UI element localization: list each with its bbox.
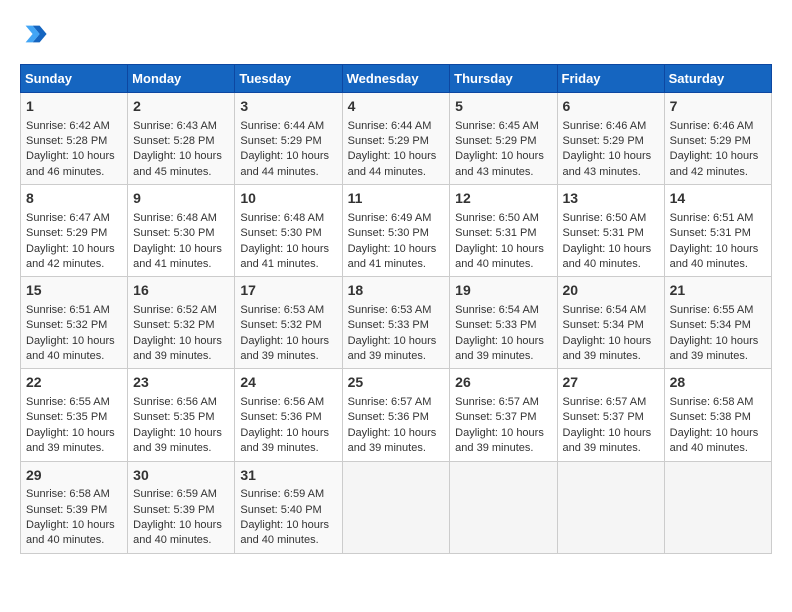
day-number: 21	[670, 281, 766, 301]
day-cell-2: 2Sunrise: 6:43 AMSunset: 5:28 PMDaylight…	[128, 93, 235, 185]
day-cell-23: 23Sunrise: 6:56 AMSunset: 5:35 PMDayligh…	[128, 369, 235, 461]
day-number: 9	[133, 189, 229, 209]
day-number: 20	[563, 281, 659, 301]
header-sunday: Sunday	[21, 65, 128, 93]
day-number: 13	[563, 189, 659, 209]
day-cell-1: 1Sunrise: 6:42 AMSunset: 5:28 PMDaylight…	[21, 93, 128, 185]
day-cell-29: 29Sunrise: 6:58 AMSunset: 5:39 PMDayligh…	[21, 461, 128, 553]
day-number: 25	[348, 373, 445, 393]
week-row-4: 22Sunrise: 6:55 AMSunset: 5:35 PMDayligh…	[21, 369, 772, 461]
week-row-3: 15Sunrise: 6:51 AMSunset: 5:32 PMDayligh…	[21, 277, 772, 369]
day-number: 5	[455, 97, 551, 117]
day-number: 28	[670, 373, 766, 393]
header-saturday: Saturday	[664, 65, 771, 93]
day-number: 12	[455, 189, 551, 209]
day-number: 7	[670, 97, 766, 117]
logo-icon	[20, 20, 48, 48]
logo	[20, 20, 52, 48]
day-number: 16	[133, 281, 229, 301]
calendar: SundayMondayTuesdayWednesdayThursdayFrid…	[20, 64, 772, 554]
day-number: 22	[26, 373, 122, 393]
header-thursday: Thursday	[450, 65, 557, 93]
empty-cell	[664, 461, 771, 553]
empty-cell	[342, 461, 450, 553]
day-number: 29	[26, 466, 122, 486]
day-cell-8: 8Sunrise: 6:47 AMSunset: 5:29 PMDaylight…	[21, 185, 128, 277]
day-number: 18	[348, 281, 445, 301]
day-number: 15	[26, 281, 122, 301]
day-cell-12: 12Sunrise: 6:50 AMSunset: 5:31 PMDayligh…	[450, 185, 557, 277]
week-row-1: 1Sunrise: 6:42 AMSunset: 5:28 PMDaylight…	[21, 93, 772, 185]
header-tuesday: Tuesday	[235, 65, 342, 93]
day-number: 14	[670, 189, 766, 209]
day-cell-11: 11Sunrise: 6:49 AMSunset: 5:30 PMDayligh…	[342, 185, 450, 277]
day-cell-15: 15Sunrise: 6:51 AMSunset: 5:32 PMDayligh…	[21, 277, 128, 369]
header-wednesday: Wednesday	[342, 65, 450, 93]
header-friday: Friday	[557, 65, 664, 93]
day-cell-5: 5Sunrise: 6:45 AMSunset: 5:29 PMDaylight…	[450, 93, 557, 185]
day-cell-3: 3Sunrise: 6:44 AMSunset: 5:29 PMDaylight…	[235, 93, 342, 185]
day-cell-20: 20Sunrise: 6:54 AMSunset: 5:34 PMDayligh…	[557, 277, 664, 369]
day-cell-28: 28Sunrise: 6:58 AMSunset: 5:38 PMDayligh…	[664, 369, 771, 461]
day-cell-31: 31Sunrise: 6:59 AMSunset: 5:40 PMDayligh…	[235, 461, 342, 553]
header	[20, 20, 772, 48]
day-cell-21: 21Sunrise: 6:55 AMSunset: 5:34 PMDayligh…	[664, 277, 771, 369]
week-row-2: 8Sunrise: 6:47 AMSunset: 5:29 PMDaylight…	[21, 185, 772, 277]
day-number: 31	[240, 466, 336, 486]
day-number: 17	[240, 281, 336, 301]
day-number: 8	[26, 189, 122, 209]
day-cell-19: 19Sunrise: 6:54 AMSunset: 5:33 PMDayligh…	[450, 277, 557, 369]
day-cell-17: 17Sunrise: 6:53 AMSunset: 5:32 PMDayligh…	[235, 277, 342, 369]
day-cell-22: 22Sunrise: 6:55 AMSunset: 5:35 PMDayligh…	[21, 369, 128, 461]
day-number: 10	[240, 189, 336, 209]
calendar-header-row: SundayMondayTuesdayWednesdayThursdayFrid…	[21, 65, 772, 93]
day-number: 23	[133, 373, 229, 393]
day-number: 3	[240, 97, 336, 117]
day-cell-27: 27Sunrise: 6:57 AMSunset: 5:37 PMDayligh…	[557, 369, 664, 461]
day-cell-16: 16Sunrise: 6:52 AMSunset: 5:32 PMDayligh…	[128, 277, 235, 369]
day-cell-6: 6Sunrise: 6:46 AMSunset: 5:29 PMDaylight…	[557, 93, 664, 185]
day-number: 27	[563, 373, 659, 393]
day-number: 2	[133, 97, 229, 117]
day-cell-4: 4Sunrise: 6:44 AMSunset: 5:29 PMDaylight…	[342, 93, 450, 185]
day-cell-24: 24Sunrise: 6:56 AMSunset: 5:36 PMDayligh…	[235, 369, 342, 461]
day-cell-7: 7Sunrise: 6:46 AMSunset: 5:29 PMDaylight…	[664, 93, 771, 185]
day-cell-25: 25Sunrise: 6:57 AMSunset: 5:36 PMDayligh…	[342, 369, 450, 461]
header-monday: Monday	[128, 65, 235, 93]
day-number: 6	[563, 97, 659, 117]
day-cell-9: 9Sunrise: 6:48 AMSunset: 5:30 PMDaylight…	[128, 185, 235, 277]
day-number: 11	[348, 189, 445, 209]
day-cell-10: 10Sunrise: 6:48 AMSunset: 5:30 PMDayligh…	[235, 185, 342, 277]
empty-cell	[450, 461, 557, 553]
week-row-5: 29Sunrise: 6:58 AMSunset: 5:39 PMDayligh…	[21, 461, 772, 553]
day-cell-18: 18Sunrise: 6:53 AMSunset: 5:33 PMDayligh…	[342, 277, 450, 369]
day-number: 26	[455, 373, 551, 393]
day-number: 1	[26, 97, 122, 117]
day-number: 30	[133, 466, 229, 486]
day-number: 24	[240, 373, 336, 393]
day-cell-13: 13Sunrise: 6:50 AMSunset: 5:31 PMDayligh…	[557, 185, 664, 277]
day-number: 19	[455, 281, 551, 301]
day-cell-26: 26Sunrise: 6:57 AMSunset: 5:37 PMDayligh…	[450, 369, 557, 461]
empty-cell	[557, 461, 664, 553]
day-cell-14: 14Sunrise: 6:51 AMSunset: 5:31 PMDayligh…	[664, 185, 771, 277]
day-cell-30: 30Sunrise: 6:59 AMSunset: 5:39 PMDayligh…	[128, 461, 235, 553]
day-number: 4	[348, 97, 445, 117]
